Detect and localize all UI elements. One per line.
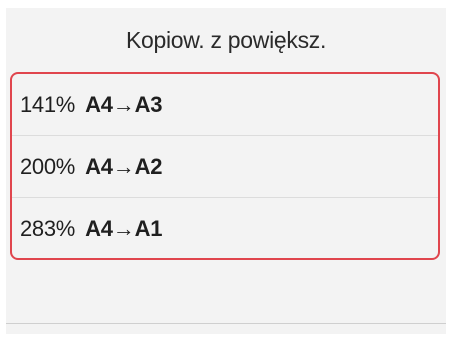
zoom-option-size: A4→A3 xyxy=(85,91,163,117)
screen-title: Kopiow. z powiększ. xyxy=(125,26,327,53)
zoom-options-list: 141% A4→A3 200% A4→A2 283% A4→A1 xyxy=(10,72,440,260)
zoom-option-283[interactable]: 283% A4→A1 xyxy=(12,198,438,258)
zoom-option-percent: 283% xyxy=(20,216,76,241)
copy-zoom-screen: Kopiow. z powiększ. 141% A4→A3 200% A4→A… xyxy=(6,8,446,334)
zoom-option-percent: 200% xyxy=(20,153,76,179)
empty-list-row xyxy=(6,260,446,324)
zoom-option-percent: 141% xyxy=(20,91,76,117)
zoom-option-size: A4→A1 xyxy=(85,216,163,241)
zoom-option-size: A4→A2 xyxy=(85,153,163,179)
zoom-option-141[interactable]: 141% A4→A3 xyxy=(12,74,438,136)
zoom-option-200[interactable]: 200% A4→A2 xyxy=(12,136,438,198)
